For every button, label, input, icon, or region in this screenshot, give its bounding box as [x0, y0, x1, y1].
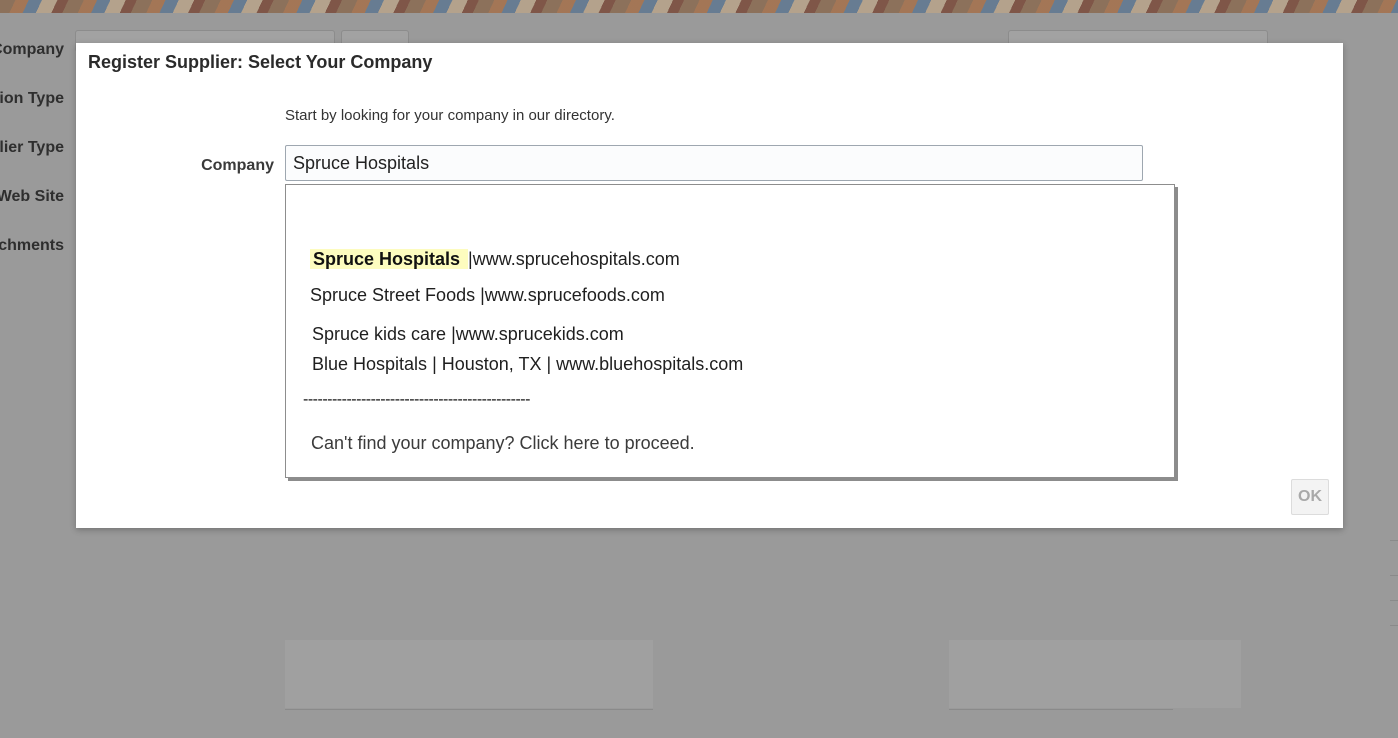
proceed-link[interactable]: Can't find your company? Click here to p… [311, 433, 695, 454]
suggestion-detail: | Houston, TX | www.bluehospitals.com [432, 354, 744, 374]
suggestion-detail: |www.sprucehospitals.com [468, 249, 680, 269]
bg-label-web-site: Web Site [0, 188, 64, 205]
suggestion-match-highlight: Spruce Hospitals [310, 249, 469, 269]
bg-divider [1390, 625, 1398, 626]
bg-divider [1390, 575, 1398, 576]
suggestion-item[interactable]: Blue Hospitals | Houston, TX | www.blueh… [312, 354, 743, 375]
company-label: Company [201, 157, 274, 174]
bg-panel [949, 640, 1241, 708]
bg-panel [285, 640, 653, 708]
dialog-title: Register Supplier: Select Your Company [88, 52, 433, 72]
suggestion-item[interactable]: Spruce kids care |www.sprucekids.com [312, 324, 624, 345]
bg-divider [1390, 540, 1398, 541]
bg-divider [1390, 600, 1398, 601]
ok-button-label: OK [1298, 488, 1322, 505]
company-search-input[interactable] [285, 145, 1143, 181]
suggestion-name: Blue Hospitals [312, 354, 428, 374]
suggestion-divider: ----------------------------------------… [303, 391, 530, 408]
bg-divider [949, 709, 1173, 710]
suggestion-name: Spruce kids care [312, 324, 447, 344]
header-banner [0, 0, 1398, 13]
suggestion-detail: |www.sprucekids.com [451, 324, 624, 344]
company-suggestions-dropdown: Spruce Hospitals |www.sprucehospitals.com… [285, 184, 1175, 478]
suggestion-item[interactable]: Spruce Street Foods |www.sprucefoods.com [310, 285, 665, 306]
bg-label-organization-type: ion Type [0, 90, 64, 107]
bg-label-attachments: chments [0, 237, 64, 254]
intro-text: Start by looking for your company in our… [285, 107, 615, 124]
bg-divider [285, 709, 653, 710]
bg-label-supplier-type: lier Type [0, 139, 64, 156]
suggestion-name: Spruce Street Foods [310, 285, 476, 305]
suggestion-detail: |www.sprucefoods.com [480, 285, 665, 305]
ok-button[interactable]: OK [1291, 479, 1329, 515]
suggestion-item[interactable]: Spruce Hospitals |www.sprucehospitals.com [310, 249, 680, 270]
bg-label-company: Company [0, 41, 64, 58]
